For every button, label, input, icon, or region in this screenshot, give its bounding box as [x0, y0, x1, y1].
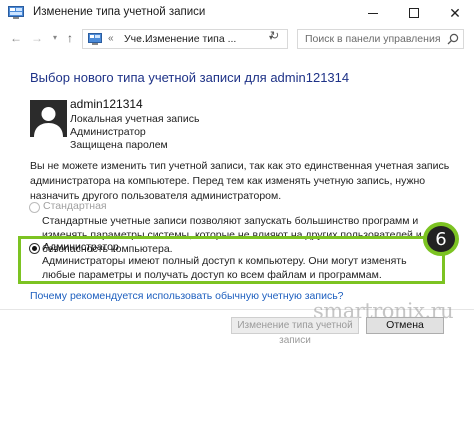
window-title: Изменение типа учетной записи [33, 6, 206, 18]
notice-text: Вы не можете изменить тип учетной записи… [30, 160, 450, 202]
forward-button[interactable]: → [30, 30, 44, 46]
control-panel-icon [8, 6, 24, 19]
account-name: admin121314 [70, 97, 143, 111]
change-account-type-button[interactable]: Изменение типа учетной записи [231, 317, 359, 346]
control-panel-icon [88, 33, 102, 45]
page-title: Выбор нового типа учетной записи для adm… [30, 70, 350, 85]
minimize-icon [368, 12, 378, 14]
maximize-icon [409, 8, 419, 18]
breadcrumb-current[interactable]: Изменение типа ... [145, 33, 236, 45]
administrator-radio[interactable] [29, 243, 40, 254]
recent-locations-dropdown[interactable]: ▾ [48, 30, 62, 46]
standard-label[interactable]: Стандартная [43, 200, 107, 212]
back-button[interactable]: ← [9, 30, 23, 46]
refresh-button[interactable]: ↻ [270, 29, 279, 42]
navigation-bar: ← → ▾ ↑ « Уче... › Изменение типа ... ▾ … [0, 26, 474, 52]
step-number: 6 [427, 226, 455, 252]
radio-selected-dot [32, 246, 37, 251]
maximize-button[interactable] [395, 0, 433, 26]
search-icon [447, 33, 459, 45]
user-silhouette-icon [34, 107, 63, 137]
search-box[interactable]: Поиск в панели управления [297, 29, 464, 49]
standard-radio[interactable] [29, 202, 40, 213]
account-type-local: Локальная учетная запись [70, 113, 200, 125]
breadcrumb-overflow[interactable]: « [108, 33, 114, 44]
close-button[interactable]: ✕ [436, 0, 474, 26]
minimize-button[interactable] [354, 0, 392, 26]
administrator-description: Администраторы имеют полный доступ к ком… [42, 255, 407, 281]
close-icon: ✕ [449, 4, 461, 21]
address-bar[interactable]: « Уче... › Изменение типа ... ▾ [82, 29, 288, 49]
title-bar: Изменение типа учетной записи ✕ [0, 0, 474, 26]
search-placeholder: Поиск в панели управления [305, 33, 441, 45]
avatar [30, 100, 67, 137]
step-badge: 6 [423, 222, 459, 256]
account-role: Администратор [70, 126, 146, 138]
help-link[interactable]: Почему рекомендуется использовать обычну… [30, 290, 344, 302]
cancel-button[interactable]: Отмена [366, 317, 444, 334]
account-password-status: Защищена паролем [70, 139, 168, 151]
breadcrumb-separator: › [138, 33, 142, 44]
up-button[interactable]: ↑ [63, 30, 77, 46]
administrator-label[interactable]: Администратор [43, 241, 119, 253]
